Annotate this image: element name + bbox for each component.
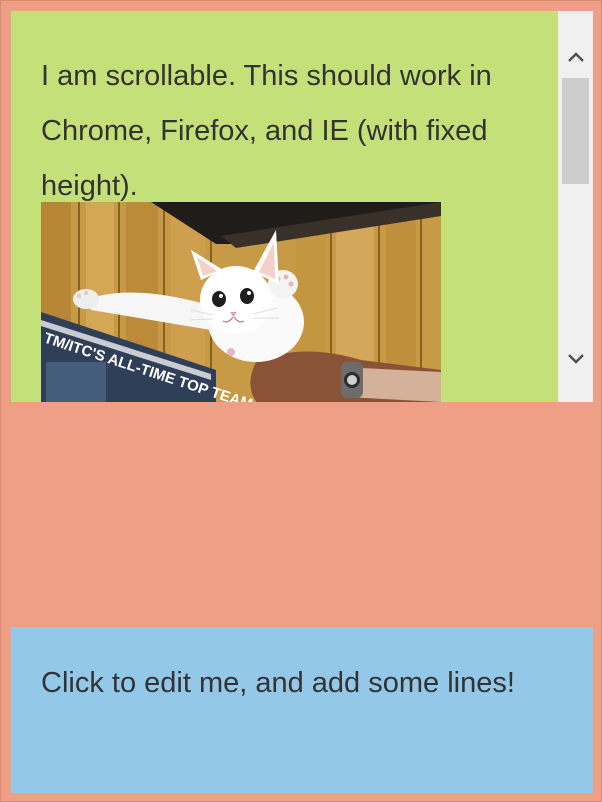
cat-photo: TM/ITC'S ALL-TIME TOP TEAM [41, 202, 441, 402]
scrollable-text: I am scrollable. This should work in Chr… [41, 60, 492, 202]
page-container: I am scrollable. This should work in Chr… [0, 0, 602, 802]
scroll-content: I am scrollable. This should work in Chr… [41, 11, 541, 402]
scroll-down-button[interactable] [558, 344, 593, 374]
chevron-up-icon [567, 52, 584, 62]
scrollable-panel[interactable]: I am scrollable. This should work in Chr… [11, 11, 593, 402]
scrollbar-thumb[interactable] [562, 78, 589, 184]
editable-text[interactable]: Click to edit me, and add some lines! [41, 657, 561, 709]
scroll-up-button[interactable] [558, 42, 593, 72]
chevron-down-icon [567, 354, 584, 364]
vertical-scrollbar[interactable] [558, 11, 593, 402]
editable-panel[interactable]: Click to edit me, and add some lines! [11, 627, 593, 793]
